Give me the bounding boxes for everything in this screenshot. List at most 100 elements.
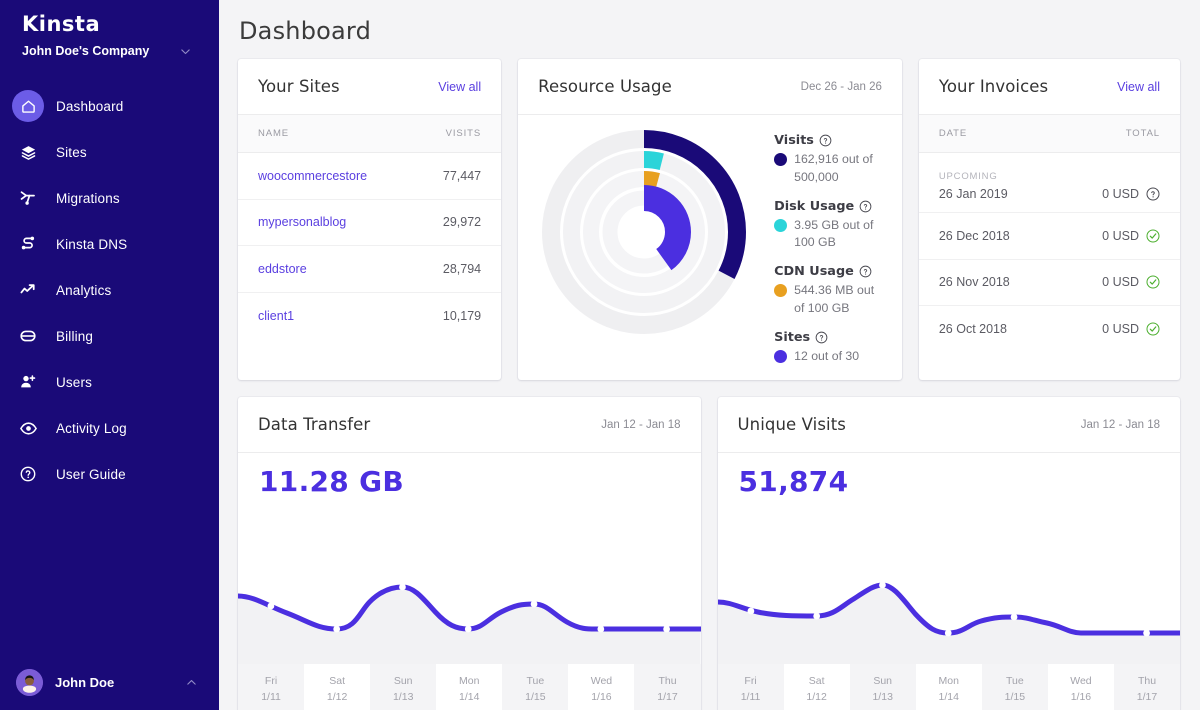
help-icon[interactable] (815, 331, 828, 344)
axis-day: Thu (658, 674, 676, 689)
sidebar-item-user-guide[interactable]: User Guide (0, 451, 219, 497)
cards-row-bottom: Data Transfer Jan 12 - Jan 18 11.28 GB (238, 397, 1180, 710)
sidebar-item-analytics[interactable]: Analytics (0, 267, 219, 313)
invoice-row[interactable]: UPCOMING 26 Jan 2019 0 USD (919, 153, 1180, 213)
invoice-date: 26 Dec 2018 (939, 229, 1010, 243)
invoice-row[interactable]: 26 Oct 2018 0 USD (919, 306, 1180, 353)
axis-day: Fri (265, 674, 277, 689)
table-row[interactable]: mypersonalblog 29,972 (238, 200, 501, 247)
data-point (1010, 614, 1017, 621)
chevron-down-icon (180, 46, 191, 57)
help-icon[interactable] (819, 134, 832, 147)
axis-tick: Wed 1/16 (568, 664, 634, 710)
axis-day: Wed (591, 674, 612, 689)
data-point (333, 626, 340, 633)
card-title: Data Transfer (258, 415, 370, 434)
data-point (879, 582, 886, 589)
sidebar-item-activity-log[interactable]: Activity Log (0, 405, 219, 451)
sidebar-item-billing[interactable]: Billing (0, 313, 219, 359)
legend-value: 12 out of 30 (794, 348, 859, 366)
resource-usage-body: Visits 162,916 out of 500,000 (518, 115, 902, 380)
chart-x-axis: Fri 1/11 Sat 1/12 Sun 1/13 Mon (238, 664, 701, 710)
invoice-date: 26 Nov 2018 (939, 275, 1010, 289)
axis-tick: Sun 1/13 (370, 664, 436, 710)
invoice-upcoming-tag: UPCOMING (939, 171, 1102, 182)
legend-label: CDN Usage (774, 264, 854, 279)
sites-view-all-link[interactable]: View all (438, 80, 481, 94)
sidebar-brand: Kinsta John Doe's Company (0, 0, 219, 58)
axis-date: 1/12 (806, 690, 826, 705)
sidebar-item-sites[interactable]: Sites (0, 129, 219, 175)
site-name-link[interactable]: mypersonalblog (258, 215, 443, 229)
axis-date: 1/11 (261, 690, 281, 705)
unique-visits-date-range: Jan 12 - Jan 18 (1081, 419, 1160, 431)
chevron-up-icon (186, 677, 197, 688)
card-title: Resource Usage (538, 77, 672, 96)
legend-color-dot (774, 219, 787, 232)
legend-color-dot (774, 350, 787, 363)
axis-date: 1/14 (459, 690, 479, 705)
data-point (597, 626, 604, 633)
legend-item-disk-usage: Disk Usage 3.95 GB out of 100 GB (774, 199, 882, 253)
axis-day: Sat (809, 674, 825, 689)
user-menu[interactable]: John Doe (0, 654, 219, 710)
axis-day: Mon (939, 674, 959, 689)
sidebar-item-dashboard[interactable]: Dashboard (0, 83, 219, 129)
card-title: Unique Visits (738, 415, 847, 434)
invoices-view-all-link[interactable]: View all (1117, 80, 1160, 94)
site-visits: 10,179 (443, 309, 481, 323)
legend-item-visits: Visits 162,916 out of 500,000 (774, 133, 882, 187)
check-icon (1146, 322, 1160, 336)
help-icon[interactable] (859, 265, 872, 278)
axis-date: 1/11 (741, 690, 761, 705)
line-chart-svg (718, 544, 1181, 664)
axis-tick: Thu 1/17 (1114, 664, 1180, 710)
migration-icon (12, 182, 44, 214)
resource-date-range: Dec 26 - Jan 26 (801, 81, 882, 93)
invoice-row[interactable]: 26 Dec 2018 0 USD (919, 213, 1180, 260)
legend-label: Disk Usage (774, 199, 854, 214)
data-transfer-date-range: Jan 12 - Jan 18 (601, 419, 680, 431)
data-point (268, 603, 275, 610)
sidebar-item-label: Migrations (56, 191, 120, 206)
site-name-link[interactable]: client1 (258, 309, 443, 323)
main-content: Dashboard Your Sites View all NAME VISIT… (219, 0, 1200, 710)
question-icon[interactable] (1146, 187, 1160, 201)
axis-date: 1/14 (939, 690, 959, 705)
question-icon (12, 458, 44, 490)
sidebar-item-kinsta-dns[interactable]: Kinsta DNS (0, 221, 219, 267)
company-selector[interactable]: John Doe's Company (22, 44, 219, 58)
table-row[interactable]: eddstore 28,794 (238, 246, 501, 293)
sidebar-item-label: Activity Log (56, 421, 127, 436)
column-header-date: DATE (939, 128, 1126, 139)
site-name-link[interactable]: eddstore (258, 262, 443, 276)
avatar (16, 669, 43, 696)
axis-tick: Sun 1/13 (850, 664, 916, 710)
sidebar-item-label: User Guide (56, 467, 126, 482)
radial-chart (528, 123, 760, 370)
table-header: DATE TOTAL (919, 115, 1180, 153)
analytics-icon (12, 274, 44, 306)
axis-tick: Mon 1/14 (916, 664, 982, 710)
data-transfer-card: Data Transfer Jan 12 - Jan 18 11.28 GB (238, 397, 701, 710)
table-row[interactable]: woocommercestore 77,447 (238, 153, 501, 200)
company-name: John Doe's Company (22, 44, 149, 58)
home-icon (12, 90, 44, 122)
site-name-link[interactable]: woocommercestore (258, 169, 443, 183)
card-header: Your Sites View all (238, 59, 501, 115)
axis-day: Thu (1138, 674, 1156, 689)
sidebar-item-users[interactable]: Users (0, 359, 219, 405)
data-transfer-chart: 11.28 GB Fri (238, 453, 701, 710)
unique-visits-card: Unique Visits Jan 12 - Jan 18 51,874 (718, 397, 1181, 710)
axis-day: Fri (744, 674, 756, 689)
table-row[interactable]: client1 10,179 (238, 293, 501, 340)
axis-date: 1/17 (657, 690, 677, 705)
invoice-row[interactable]: 26 Nov 2018 0 USD (919, 260, 1180, 307)
data-point (813, 613, 820, 620)
help-icon[interactable] (859, 200, 872, 213)
axis-tick: Sat 1/12 (304, 664, 370, 710)
legend-value: 544.36 MB out of 100 GB (794, 282, 882, 318)
axis-day: Sun (394, 674, 413, 689)
sidebar-item-label: Billing (56, 329, 93, 344)
sidebar-item-migrations[interactable]: Migrations (0, 175, 219, 221)
